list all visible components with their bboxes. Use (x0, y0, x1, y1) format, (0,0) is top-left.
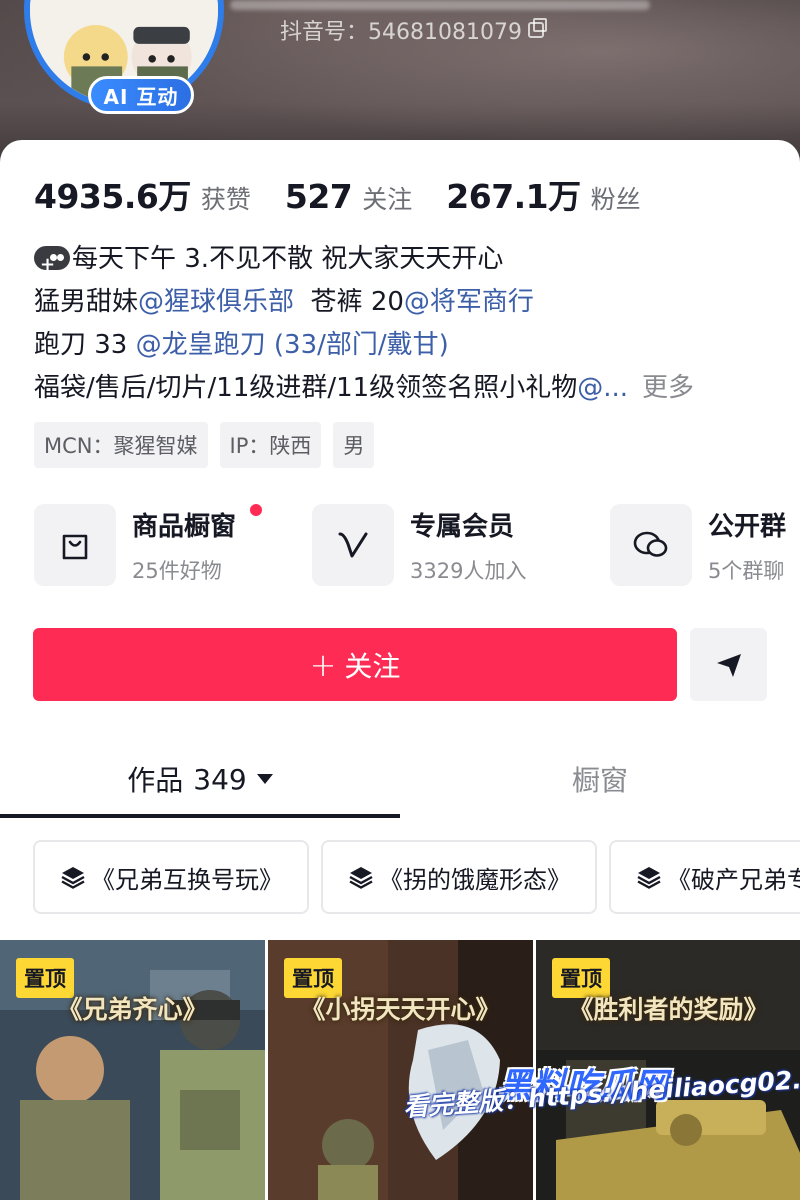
layers-icon (349, 867, 373, 889)
ip-location-tag: IP：陕西 (219, 422, 322, 468)
bio-text: 福袋/售后/切片/11级进群/11级领签名照小礼物 (34, 373, 578, 403)
service-title: 商品橱窗 (132, 511, 237, 542)
bio-line: 福袋/售后/切片/11级进群/11级领签名照小礼物@... 更多 (34, 367, 774, 410)
collection-label: 《破产兄弟专 (667, 865, 800, 894)
mention-link[interactable]: @将军商行 (404, 287, 534, 317)
active-tab-indicator (0, 814, 400, 818)
tab-shop-window[interactable]: 橱窗 (400, 740, 800, 818)
share-button[interactable] (690, 628, 767, 701)
profile-sheet: 4935.6万 获赞 527 关注 267.1万 粉丝 每天下午 3.不见不散 … (0, 140, 800, 1200)
follow-label: 关注 (344, 649, 401, 683)
service-subtitle: 3329人加入 (410, 558, 527, 583)
mention-link[interactable]: @猩球俱乐部 (138, 287, 294, 317)
douyin-id[interactable]: 抖音号：54681081079 (280, 14, 547, 46)
douyin-id-text: 抖音号：54681081079 (280, 20, 522, 45)
tab-works[interactable]: 作品 349 (0, 740, 400, 818)
service-text: 专属会员 3329人加入 (410, 506, 526, 585)
likes-count: 4935.6万 (34, 177, 191, 216)
video-thumbnail[interactable]: 置顶 《小拐天天开心》 (268, 940, 533, 1200)
collection-label: 《拐的饿魔形态》 (379, 865, 571, 894)
bio-text: 苍裤 20 (294, 287, 404, 317)
collection-chips: 《兄弟互换号玩》 《拐的饿魔形态》 《破产兄弟专 (0, 840, 800, 916)
plus-icon: + (309, 645, 337, 684)
ai-interaction-badge[interactable]: AI 互动 (88, 76, 194, 114)
profile-services: 商品橱窗 25件好物 专属会员 3329人加入 公开群 5个群聊 (34, 504, 800, 588)
bio-text: 每天下午 3.不见不散 祝大家天天开心 (72, 244, 504, 274)
cover-overlay (230, 0, 650, 10)
service-membership[interactable]: 专属会员 3329人加入 (312, 504, 526, 586)
service-text: 商品橱窗 25件好物 (132, 506, 236, 585)
gamepad-icon (34, 243, 70, 281)
profile-bio: 每天下午 3.不见不散 祝大家天天开心 猛男甜妹@猩球俱乐部 苍裤 20@将军商… (34, 238, 774, 410)
profile-page: AI 互动 抖音号：54681081079 4935.6万 获赞 527 关注 … (0, 0, 800, 1200)
notification-dot (250, 504, 262, 516)
mcn-tag[interactable]: MCN：聚猩智媒 (34, 422, 208, 468)
service-title: 专属会员 (410, 511, 515, 542)
service-text: 公开群 5个群聊 (708, 506, 786, 585)
bio-more-button[interactable]: 更多 (642, 373, 694, 403)
collection-chip[interactable]: 《兄弟互换号玩》 (33, 840, 309, 914)
service-icon-box (312, 504, 394, 586)
bag-icon (62, 534, 88, 560)
tab-shop-label: 橱窗 (571, 764, 628, 797)
bio-text: 跑刀 33 (34, 330, 136, 360)
bio-line: 每天下午 3.不见不散 祝大家天天开心 (34, 238, 774, 281)
gender-tag: 男 (333, 422, 375, 468)
video-title: 《小拐天天开心》 (300, 995, 501, 1024)
service-subtitle: 5个群聊 (708, 558, 785, 583)
followers-label[interactable]: 粉丝 (591, 180, 641, 216)
layers-icon (61, 867, 85, 889)
collection-label: 《兄弟互换号玩》 (91, 865, 283, 894)
followers-count[interactable]: 267.1万 (446, 170, 581, 218)
send-icon (716, 653, 741, 677)
tab-works-count: 349 (193, 762, 247, 796)
v-member-icon (338, 532, 368, 558)
chat-icon (633, 531, 668, 557)
video-title: 《胜利者的奖励》 (568, 995, 769, 1024)
caret-down-icon[interactable] (256, 774, 273, 784)
service-icon-box (34, 504, 116, 586)
following-label[interactable]: 关注 (362, 180, 412, 216)
collection-chip[interactable]: 《拐的饿魔形态》 (321, 840, 597, 914)
service-icon-box (610, 504, 692, 586)
mention-link[interactable]: @... (577, 373, 628, 403)
layers-icon (637, 867, 661, 889)
follow-button[interactable]: + 关注 (33, 628, 677, 701)
mention-link[interactable]: @龙皇跑刀 (33/部门/戴甘) (136, 330, 449, 360)
collection-chip[interactable]: 《破产兄弟专 (609, 840, 800, 914)
likes-label: 获赞 (200, 185, 251, 214)
service-public-group[interactable]: 公开群 5个群聊 (610, 504, 786, 586)
service-subtitle: 25件好物 (132, 558, 222, 583)
profile-tags: MCN：聚猩智媒 IP：陕西 男 (34, 422, 375, 468)
video-title: 《兄弟齐心》 (57, 995, 208, 1024)
bio-line: 跑刀 33 @龙皇跑刀 (33/部门/戴甘) (34, 324, 774, 367)
video-thumbnail[interactable]: 置顶 《兄弟齐心》 (0, 940, 265, 1200)
service-title: 公开群 (708, 511, 787, 542)
bio-line: 猛男甜妹@猩球俱乐部 苍裤 20@将军商行 (34, 281, 774, 324)
content-tabs: 作品 349 橱窗 (0, 740, 800, 818)
tab-works-label: 作品 (127, 764, 184, 797)
profile-stats: 4935.6万 获赞 527 关注 267.1万 粉丝 (34, 170, 675, 218)
copy-icon[interactable] (527, 18, 547, 38)
following-count[interactable]: 527 (285, 177, 353, 216)
bio-text: 猛男甜妹 (34, 287, 139, 317)
service-shop-window[interactable]: 商品橱窗 25件好物 (34, 504, 262, 586)
